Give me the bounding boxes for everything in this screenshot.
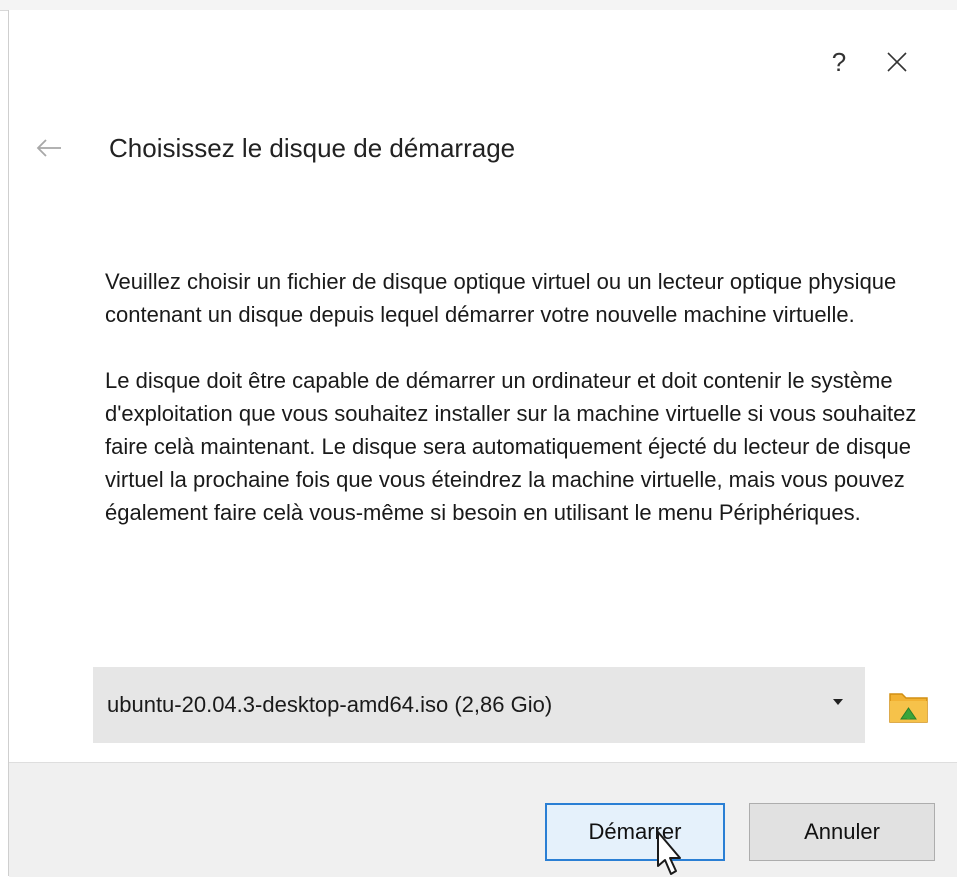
dialog-description: Veuillez choisir un fichier de disque op… <box>105 265 935 562</box>
close-icon <box>887 52 907 72</box>
description-paragraph-2: Le disque doit être capable de démarrer … <box>105 368 917 525</box>
dialog-footer: Démarrer Annuler <box>9 762 957 877</box>
folder-icon <box>889 693 928 723</box>
choose-disk-file-button[interactable] <box>887 686 931 726</box>
disk-image-selected-value: ubuntu-20.04.3-desktop-amd64.iso (2,86 G… <box>107 692 553 717</box>
dialog-window: ? Choisissez le disque de démarrage Veui… <box>8 10 957 877</box>
help-button[interactable]: ? <box>810 40 868 84</box>
cancel-button[interactable]: Annuler <box>749 803 935 861</box>
description-paragraph-1: Veuillez choisir un fichier de disque op… <box>105 269 897 327</box>
disk-image-select[interactable]: ubuntu-20.04.3-desktop-amd64.iso (2,86 G… <box>93 667 865 743</box>
dialog-header: Choisissez le disque de démarrage <box>29 128 515 168</box>
chevron-down-icon[interactable] <box>833 699 843 705</box>
start-button[interactable]: Démarrer <box>545 803 725 861</box>
back-button[interactable] <box>29 128 69 168</box>
close-button[interactable] <box>868 40 926 84</box>
page-title: Choisissez le disque de démarrage <box>109 132 516 163</box>
help-icon: ? <box>831 46 847 77</box>
mouse-pointer-icon <box>657 831 681 875</box>
back-arrow-icon <box>36 139 61 157</box>
title-bar-controls: ? <box>810 40 926 84</box>
